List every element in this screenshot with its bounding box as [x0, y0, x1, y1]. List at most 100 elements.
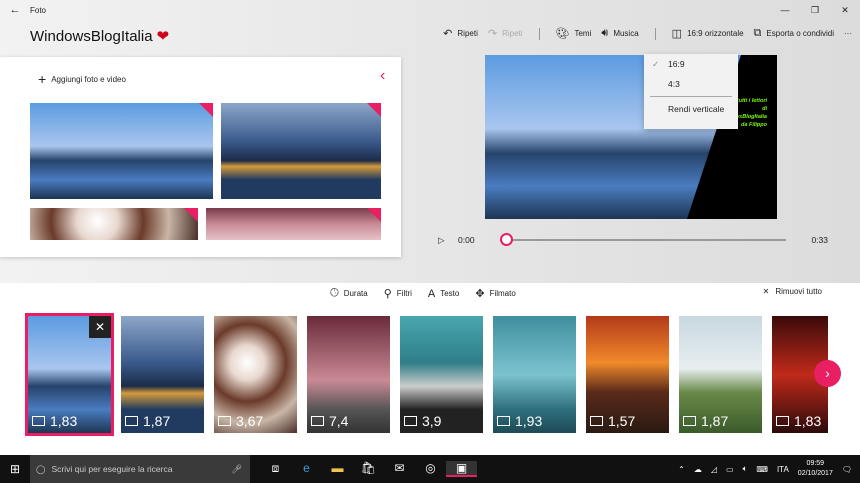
clip-duration: 3,9 — [422, 413, 442, 429]
clip-duration: 1,93 — [515, 413, 543, 429]
back-button[interactable]: ← — [0, 4, 30, 16]
undo-button[interactable]: ↶ Ripeti — [443, 27, 478, 40]
close-icon: ✕ — [762, 287, 770, 296]
themes-label: Temi — [574, 29, 592, 38]
text-button[interactable]: A Testo — [428, 287, 459, 300]
play-icon[interactable]: ▷ — [438, 235, 458, 246]
project-title[interactable]: WindowsBlogItalia ❤ — [30, 27, 169, 45]
heart-icon: ❤ — [156, 28, 170, 45]
volume-icon[interactable]: 🔈︎ — [743, 464, 748, 474]
close-button[interactable]: ✕ — [830, 0, 860, 20]
plus-icon: + — [38, 71, 47, 87]
music-button[interactable]: 🔊︎ Musica — [601, 27, 638, 40]
seek-slider[interactable] — [506, 239, 786, 241]
storyboard-clip[interactable]: 1,93 — [493, 316, 576, 433]
filters-label: Filtri — [396, 289, 412, 298]
current-time: 0:00 — [458, 235, 475, 245]
file-explorer-icon[interactable]: ▬ — [322, 461, 353, 477]
keyboard-icon[interactable]: ⌨ — [756, 465, 768, 474]
mail-icon[interactable]: ✉ — [384, 461, 415, 477]
clip-duration: 3,67 — [236, 413, 264, 429]
search-box[interactable]: ◯ Scrivi qui per eseguire la ricerca 🎤︎ — [30, 455, 250, 483]
duration-button[interactable]: 🕓︎ Durata — [330, 287, 368, 300]
title-bar: ← Foto — ❐ ✕ — [0, 0, 860, 20]
clip-duration: 1,83 — [50, 413, 78, 429]
library-thumbnail[interactable] — [206, 208, 381, 240]
duration-label: Durata — [343, 289, 368, 298]
task-view-icon[interactable]: ⧈ — [260, 461, 291, 477]
image-icon — [683, 416, 696, 426]
onedrive-icon[interactable]: ☁ — [694, 465, 702, 474]
store-icon[interactable]: 🛍︎ — [353, 461, 384, 477]
used-flag — [199, 103, 213, 117]
export-button[interactable]: ⧉ Esporta o condividi — [754, 27, 834, 40]
language-indicator[interactable]: ITA — [777, 465, 789, 474]
clock-icon: 🕓︎ — [330, 287, 339, 299]
image-icon — [32, 416, 45, 426]
filters-button[interactable]: ⚲ Filtri — [384, 287, 412, 300]
remove-clip-icon[interactable]: ✕ — [89, 316, 111, 338]
storyboard-clip[interactable]: 1,87 — [121, 316, 204, 433]
check-icon: ✓ — [652, 58, 660, 69]
minimize-button[interactable]: — — [770, 0, 800, 20]
menu-item-vertical[interactable]: Rendi verticale — [644, 99, 738, 119]
date: 02/10/2017 — [797, 470, 833, 477]
motion-button[interactable]: ✥ Filmato — [475, 287, 515, 300]
battery-icon[interactable]: ▭ — [726, 465, 734, 474]
aspect-ratio-button[interactable]: ◫ 16:9 orizzontale — [672, 27, 744, 40]
windows-start-icon[interactable]: ⊞ — [0, 462, 30, 476]
library-thumbnail[interactable] — [30, 208, 198, 240]
image-icon — [404, 416, 417, 426]
scroll-right-chevron-icon[interactable]: › — [814, 360, 841, 387]
clip-duration: 1,83 — [794, 413, 822, 429]
divider — [654, 27, 656, 40]
image-icon — [311, 416, 324, 426]
aspect-label: 16:9 orizzontale — [687, 29, 744, 38]
clip-duration: 1,87 — [701, 413, 729, 429]
storyboard-clip[interactable]: ✕ 1,83 — [25, 313, 114, 436]
storyboard-clip[interactable]: 3,67 — [214, 316, 297, 433]
clip-duration: 1,87 — [143, 413, 171, 429]
image-icon — [125, 416, 138, 426]
seek-thumb[interactable] — [500, 233, 513, 246]
used-flag — [367, 103, 381, 117]
redo-button[interactable]: ↷ Ripeti — [488, 27, 523, 40]
remove-all-button[interactable]: ✕ Rimuovi tutto — [763, 287, 822, 296]
taskbar: ⊞ ◯ Scrivi qui per eseguire la ricerca 🎤︎ … — [0, 455, 860, 483]
undo-label: Ripeti — [457, 29, 478, 38]
storyboard-clip[interactable]: 1,87 — [679, 316, 762, 433]
window-title: Foto — [30, 5, 47, 15]
wifi-icon[interactable]: ◿ — [711, 465, 717, 474]
microphone-icon[interactable]: 🎤︎ — [231, 464, 242, 475]
notifications-icon[interactable]: 🗨︎ — [842, 465, 852, 474]
divider — [538, 27, 540, 40]
image-icon — [218, 416, 231, 426]
storyboard-clip[interactable]: 7,4 — [307, 316, 390, 433]
library-thumbnail[interactable] — [221, 103, 381, 199]
collapse-chevron-icon[interactable]: ‹ — [380, 67, 385, 85]
themes-button[interactable]: 🎨︎ Temi — [556, 27, 592, 40]
image-icon — [590, 416, 603, 426]
playback-bar: ▷ 0:00 0:33 — [438, 232, 828, 248]
add-media-button[interactable]: + Aggiungi foto e video — [38, 71, 126, 87]
chevron-up-icon[interactable]: ⌃ — [678, 465, 685, 474]
storyboard-clip[interactable]: 1,57 — [586, 316, 669, 433]
palette-icon: 🎨︎ — [555, 28, 570, 40]
text-icon: A — [427, 287, 436, 300]
maximize-button[interactable]: ❐ — [800, 0, 830, 20]
menu-item-4-3[interactable]: 4:3 — [644, 74, 738, 94]
search-placeholder: Scrivi qui per eseguire la ricerca — [51, 464, 173, 474]
toolbar: ↶ Ripeti ↷ Ripeti 🎨︎ Temi 🔊︎ Musica ◫ 16:9 or… — [443, 27, 852, 40]
app-window: ← Foto — ❐ ✕ WindowsBlogItalia ❤ ↶ Ripeti … — [0, 0, 860, 283]
storyboard-clip[interactable]: 3,9 — [400, 316, 483, 433]
more-button[interactable]: ··· — [844, 29, 852, 38]
menu-item-label: 4:3 — [668, 79, 680, 89]
edge-icon[interactable]: e — [291, 461, 322, 477]
library-thumbnail[interactable] — [30, 103, 213, 199]
cortana-icon: ◯ — [36, 463, 46, 474]
menu-item-16-9[interactable]: ✓ 16:9 — [644, 54, 738, 74]
text-label: Testo — [440, 289, 460, 298]
groove-icon[interactable]: ◎ — [415, 461, 446, 477]
clock[interactable]: 09:59 02/10/2017 — [798, 459, 833, 479]
photos-icon[interactable]: ▣ — [446, 461, 477, 477]
